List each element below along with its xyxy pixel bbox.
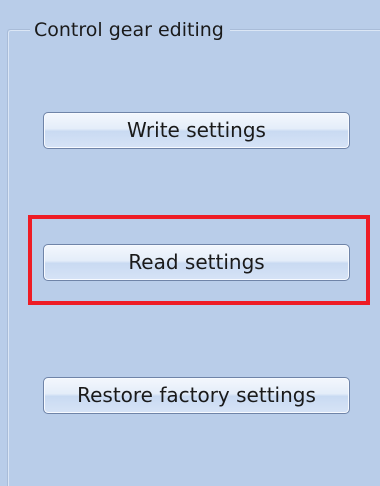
restore-factory-settings-button[interactable]: Restore factory settings bbox=[43, 377, 350, 414]
write-settings-button[interactable]: Write settings bbox=[43, 112, 350, 149]
control-gear-panel: Control gear editing Write settings Read… bbox=[0, 0, 380, 486]
groupbox-title: Control gear editing bbox=[30, 18, 230, 42]
read-settings-button[interactable]: Read settings bbox=[43, 244, 350, 281]
